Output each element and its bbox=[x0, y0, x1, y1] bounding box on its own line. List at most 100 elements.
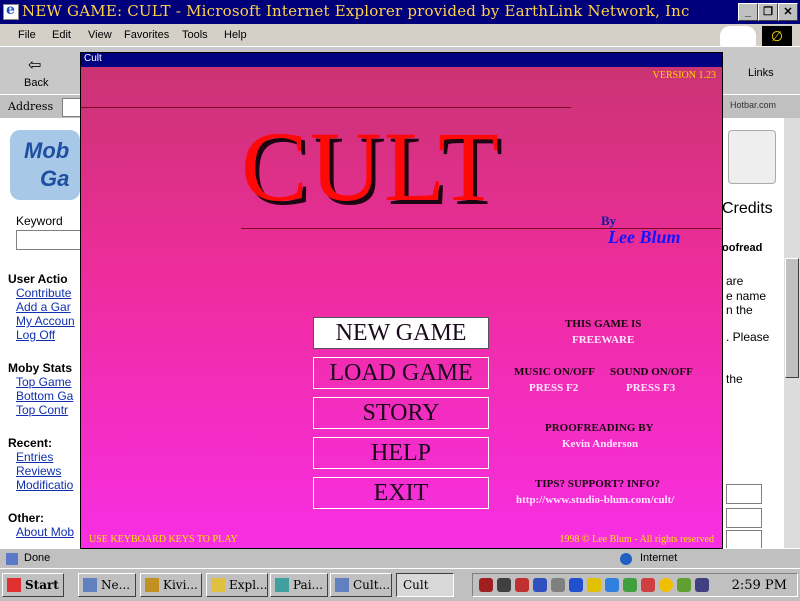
smiley-icon[interactable] bbox=[659, 578, 673, 592]
start-button[interactable]: Start bbox=[2, 573, 64, 597]
proofread-label: oofread bbox=[722, 242, 763, 254]
exit-button[interactable]: EXIT bbox=[313, 477, 489, 509]
globe-icon bbox=[620, 553, 632, 565]
speaker-icon[interactable] bbox=[497, 578, 511, 592]
address-input[interactable] bbox=[62, 98, 82, 117]
task-cult-game[interactable]: Cult bbox=[396, 573, 454, 597]
paint-icon bbox=[275, 578, 289, 592]
sound-value: PRESS F3 bbox=[626, 382, 676, 394]
penguin-logo-icon bbox=[720, 26, 756, 46]
keyboard-hint: USE KEYBOARD KEYS TO PLAY bbox=[89, 534, 238, 545]
game-title: CULT bbox=[241, 111, 501, 222]
mobygames-logo: Mob Ga bbox=[10, 130, 80, 200]
link-add-game[interactable]: Add a Gar bbox=[16, 300, 71, 314]
tray-icon-8[interactable] bbox=[605, 578, 619, 592]
kivi-task-icon bbox=[145, 578, 159, 592]
freeware-value: FREEWARE bbox=[572, 334, 635, 346]
vertical-scrollbar[interactable] bbox=[784, 118, 800, 548]
address-label: Address bbox=[8, 100, 54, 113]
page-icon bbox=[6, 553, 18, 565]
link-contribute[interactable]: Contribute bbox=[16, 286, 71, 300]
link-about[interactable]: About Mob bbox=[16, 525, 74, 539]
minimize-button[interactable]: _ bbox=[738, 3, 758, 21]
section-other: Other: bbox=[8, 511, 44, 525]
banner-ad[interactable] bbox=[728, 130, 776, 184]
tips-url[interactable]: http://www.studio-blum.com/cult/ bbox=[516, 494, 674, 506]
task-explorer[interactable]: Expl... bbox=[206, 573, 268, 597]
link-my-account[interactable]: My Accoun bbox=[16, 314, 75, 328]
keyword-label: Keyword bbox=[16, 214, 63, 228]
tips-heading: TIPS? SUPPORT? INFO? bbox=[535, 478, 660, 490]
game-title-bar: Cult bbox=[81, 53, 722, 67]
right-text-3: n the bbox=[726, 303, 753, 317]
cult-game-window: Cult VERSION 1.23 CULT By Lee Blum NEW G… bbox=[80, 52, 723, 549]
game-window-title: Cult bbox=[84, 53, 102, 64]
tray-icon-13[interactable] bbox=[695, 578, 709, 592]
link-bottom-games[interactable]: Bottom Ga bbox=[16, 389, 73, 403]
proofreading-heading: PROOFREADING BY bbox=[545, 422, 654, 434]
help-button[interactable]: HELP bbox=[313, 437, 489, 469]
tray-icon-6[interactable] bbox=[569, 578, 583, 592]
logo-text-1: Mob bbox=[24, 138, 70, 163]
link-entries[interactable]: Entries bbox=[16, 450, 53, 464]
tray-icon-1[interactable] bbox=[479, 578, 493, 592]
tray-icon-12[interactable] bbox=[677, 578, 691, 592]
proofreading-value: Kevin Anderson bbox=[562, 438, 639, 450]
tray-icon-7[interactable] bbox=[587, 578, 601, 592]
menu-file[interactable]: File bbox=[18, 29, 36, 41]
ie-icon bbox=[3, 2, 19, 20]
task-ie-cult[interactable]: Cult... bbox=[330, 573, 392, 597]
link-log-off[interactable]: Log Off bbox=[16, 328, 55, 342]
tray-icon-4[interactable] bbox=[533, 578, 547, 592]
load-game-button[interactable]: LOAD GAME bbox=[313, 357, 489, 389]
link-top-games[interactable]: Top Game bbox=[16, 375, 71, 389]
hotbar-link[interactable]: Hotbar.com bbox=[730, 100, 776, 110]
author-name: Lee Blum bbox=[608, 227, 681, 247]
clock[interactable]: 2:59 PM bbox=[732, 578, 787, 593]
link-top-contributors[interactable]: Top Contr bbox=[16, 403, 68, 417]
task-ie-1[interactable]: Ne... bbox=[78, 573, 136, 597]
link-reviews[interactable]: Reviews bbox=[16, 464, 61, 478]
folder-icon bbox=[211, 578, 225, 592]
scroll-thumb[interactable] bbox=[785, 258, 799, 378]
form-field-2[interactable] bbox=[726, 508, 762, 528]
menu-bar: File Edit View Favorites Tools Help ∅ bbox=[0, 24, 800, 46]
tray-icon-9[interactable] bbox=[623, 578, 637, 592]
form-field-3[interactable] bbox=[726, 530, 762, 548]
menu-edit[interactable]: Edit bbox=[52, 29, 71, 41]
ie-title-bar: NEW GAME: CULT - Microsoft Internet Expl… bbox=[0, 0, 800, 24]
status-bar: Done Internet bbox=[0, 548, 800, 569]
section-moby-stats: Moby Stats bbox=[8, 361, 73, 375]
menu-tools[interactable]: Tools bbox=[182, 29, 208, 41]
close-button[interactable]: ✕ bbox=[778, 3, 798, 21]
restore-button[interactable]: ❐ bbox=[758, 3, 778, 21]
link-modifications[interactable]: Modificatio bbox=[16, 478, 73, 492]
tray-icon-3[interactable] bbox=[515, 578, 529, 592]
credits-heading: Credits bbox=[722, 200, 773, 217]
logo-text-2: Ga bbox=[40, 166, 70, 191]
ie-task-icon bbox=[83, 578, 97, 592]
music-heading: MUSIC ON/OFF bbox=[514, 366, 595, 378]
right-text-2: e name bbox=[726, 289, 767, 303]
tray-icon-5[interactable] bbox=[551, 578, 565, 592]
back-button[interactable]: ⇦ Back bbox=[14, 53, 64, 93]
task-kivi[interactable]: Kivi... bbox=[140, 573, 202, 597]
task-paint[interactable]: Pai... bbox=[270, 573, 328, 597]
menu-help[interactable]: Help bbox=[224, 29, 247, 41]
zone-text: Internet bbox=[640, 552, 678, 564]
menu-favorites[interactable]: Favorites bbox=[124, 29, 169, 41]
menu-view[interactable]: View bbox=[88, 29, 112, 41]
isp-logo-icon: ∅ bbox=[762, 26, 792, 46]
keyword-input[interactable] bbox=[16, 230, 82, 250]
story-button[interactable]: STORY bbox=[313, 397, 489, 429]
form-field-1[interactable] bbox=[726, 484, 762, 504]
right-text-4: . Please bbox=[726, 330, 770, 344]
music-value: PRESS F2 bbox=[529, 382, 579, 394]
section-recent: Recent: bbox=[8, 436, 53, 450]
links-label[interactable]: Links bbox=[748, 67, 774, 79]
new-game-button[interactable]: NEW GAME bbox=[313, 317, 489, 349]
tray-icon-10[interactable] bbox=[641, 578, 655, 592]
back-label: Back bbox=[24, 77, 49, 89]
windows-logo-icon bbox=[7, 578, 21, 592]
copyright-text: 1998 © Lee Blum - All rights reserved bbox=[559, 534, 714, 545]
